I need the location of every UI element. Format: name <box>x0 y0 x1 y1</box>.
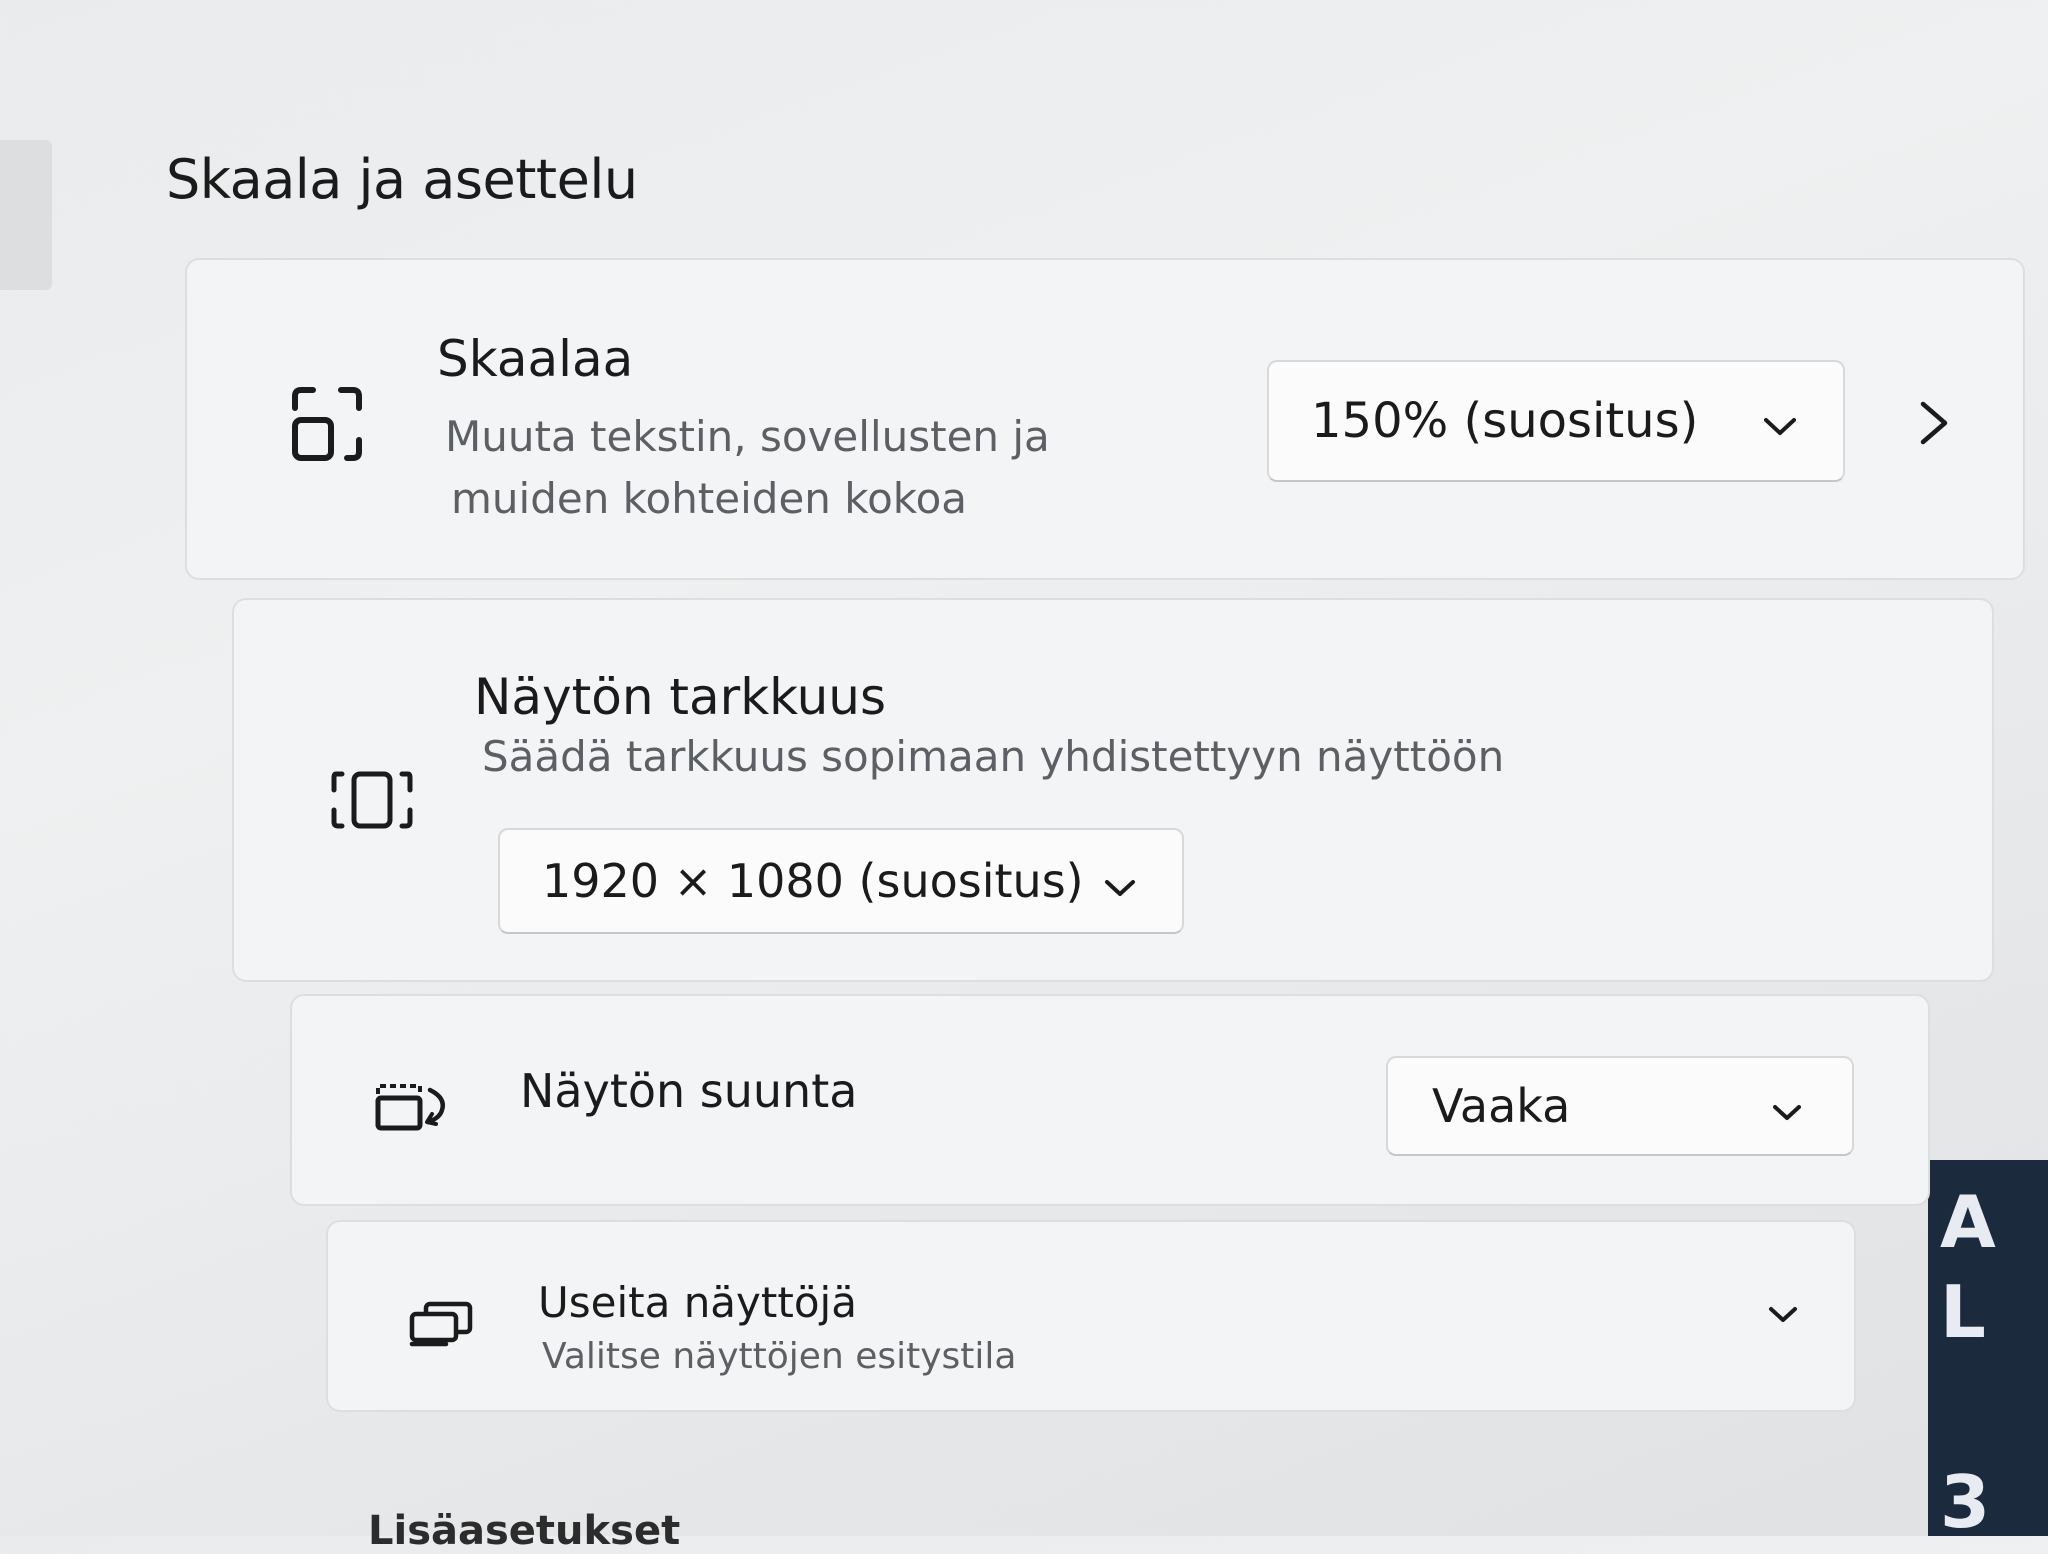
scale-card: Skaalaa Muuta tekstin, sovellusten ja mu… <box>185 258 2025 580</box>
scale-title: Skaalaa <box>437 330 634 388</box>
chevron-down-icon <box>1772 1079 1802 1133</box>
orientation-title: Näytön suunta <box>520 1064 858 1118</box>
left-nav-edge <box>0 140 52 290</box>
chevron-down-icon[interactable] <box>1768 1306 1798 1324</box>
multiple-displays-icon <box>406 1300 476 1348</box>
section-title: Skaala ja asettelu <box>166 148 638 211</box>
scale-description-line1: Muuta tekstin, sovellusten ja <box>445 412 1050 461</box>
resolution-icon <box>330 770 414 830</box>
next-section-title: Lisäasetukset <box>368 1508 681 1554</box>
chevron-down-icon <box>1763 393 1797 449</box>
scale-dropdown[interactable]: 150% (suositus) <box>1267 360 1845 482</box>
multiple-displays-card[interactable]: Useita näyttöjä Valitse näyttöjen esitys… <box>326 1220 1856 1412</box>
orientation-card: Näytön suunta Vaaka <box>290 994 1930 1206</box>
multiple-displays-description: Valitse näyttöjen esitystila <box>542 1336 1017 1377</box>
resolution-dropdown[interactable]: 1920 × 1080 (suositus) <box>498 828 1184 934</box>
scale-dropdown-value: 150% (suositus) <box>1311 393 1699 449</box>
chevron-down-icon <box>1104 854 1136 908</box>
chevron-right-icon[interactable] <box>1919 400 1949 446</box>
orientation-dropdown[interactable]: Vaaka <box>1386 1056 1854 1156</box>
background-window-edge: A L 3 <box>1928 1160 2048 1536</box>
orientation-icon <box>372 1080 452 1132</box>
scale-icon <box>287 386 367 462</box>
multiple-displays-title: Useita näyttöjä <box>538 1278 857 1327</box>
resolution-card: Näytön tarkkuus Säädä tarkkuus sopimaan … <box>232 598 1994 982</box>
scale-description-line2: muiden kohteiden kokoa <box>451 474 968 523</box>
orientation-dropdown-value: Vaaka <box>1432 1079 1571 1133</box>
resolution-dropdown-value: 1920 × 1080 (suositus) <box>542 854 1084 908</box>
resolution-description: Säädä tarkkuus sopimaan yhdistettyyn näy… <box>482 732 1505 781</box>
resolution-title: Näytön tarkkuus <box>474 668 887 726</box>
